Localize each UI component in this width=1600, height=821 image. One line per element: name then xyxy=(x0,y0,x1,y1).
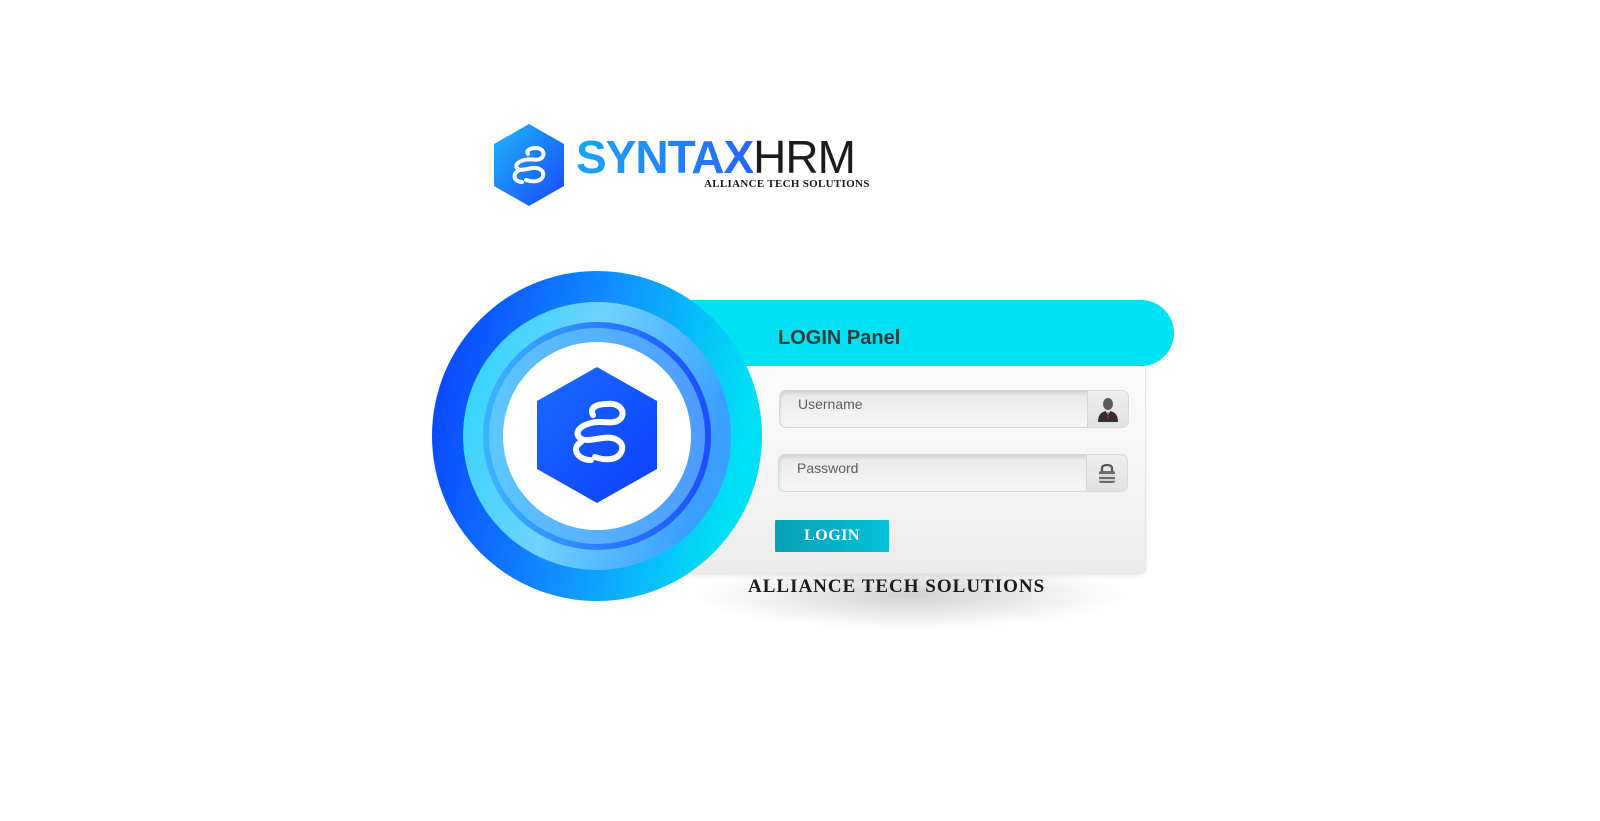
brand-name-primary: SYNTAX xyxy=(576,131,754,183)
brand-hexagon-icon xyxy=(494,124,564,206)
brand-logo: SYNTAXHRM ALLIANCE TECH SOLUTIONS xyxy=(492,122,872,208)
lock-icon xyxy=(1086,455,1127,491)
login-button[interactable]: LOGIN xyxy=(775,520,889,552)
username-field xyxy=(779,390,1129,428)
login-panel-title: LOGIN Panel xyxy=(778,327,901,349)
user-icon xyxy=(1087,391,1128,427)
password-field xyxy=(778,454,1128,492)
circular-logo xyxy=(432,271,762,601)
brand-tagline: ALLIANCE TECH SOLUTIONS xyxy=(704,178,870,190)
username-input[interactable] xyxy=(780,391,1086,427)
password-input[interactable] xyxy=(779,455,1085,491)
login-page: SYNTAXHRM ALLIANCE TECH SOLUTIONS LOGIN … xyxy=(0,0,1600,821)
footer-company-text: ALLIANCE TECH SOLUTIONS xyxy=(748,576,1046,597)
brand-wordmark: SYNTAXHRM xyxy=(576,131,856,183)
brand-name-secondary: HRM xyxy=(753,131,856,183)
